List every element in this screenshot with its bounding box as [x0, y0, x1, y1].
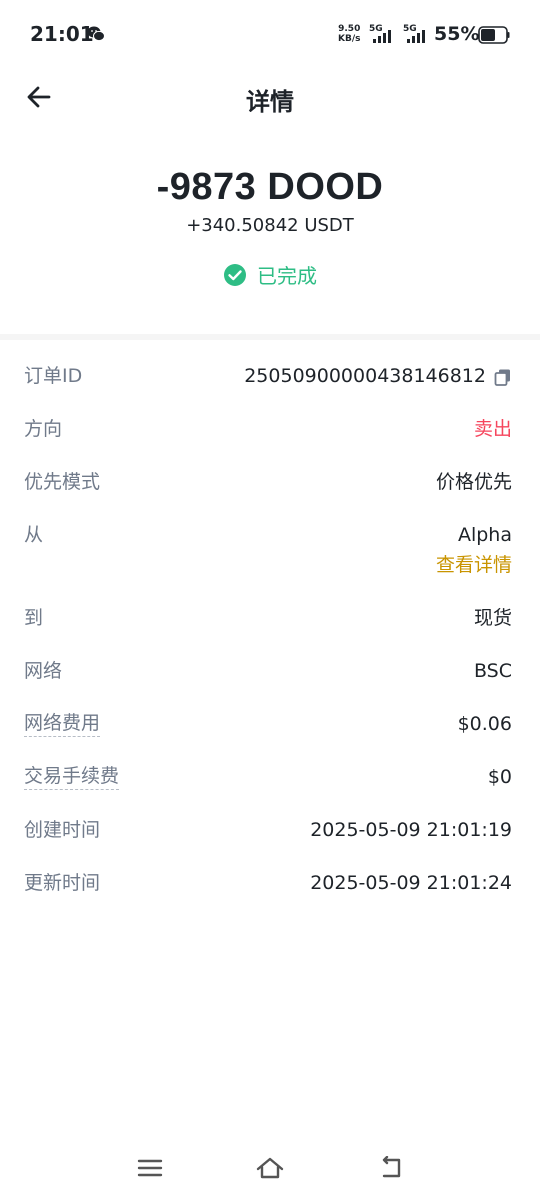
network-value: BSC — [473, 660, 512, 682]
view-details-link[interactable]: 查看详情 — [436, 551, 512, 579]
row-direction: 方向 卖出 — [24, 415, 512, 443]
direction-label: 方向 — [24, 418, 63, 440]
from-value-group: Alpha 查看详情 — [436, 521, 512, 579]
primary-amount: -9873 DOOD — [156, 166, 384, 208]
secondary-amount: +340.50842 USDT — [186, 215, 354, 236]
direction-value: 卖出 — [473, 418, 512, 440]
created-time-label: 创建时间 — [24, 819, 101, 841]
order-id-value: 25050900000438146812 — [244, 365, 486, 387]
priority-mode-value: 价格优先 — [435, 471, 512, 493]
home-button[interactable] — [250, 1152, 290, 1184]
to-value: 现货 — [473, 607, 512, 629]
updated-time-value: 2025-05-09 21:01:24 — [310, 872, 512, 894]
row-network-fee: 网络费用 $0.06 — [24, 710, 512, 738]
detail-list: 订单ID 25050900000438146812 方向 卖出 优先模式 价格优… — [24, 362, 512, 922]
from-label: 从 — [24, 524, 44, 546]
row-from: 从 Alpha 查看详情 — [24, 521, 512, 579]
battery-icon — [478, 26, 510, 44]
row-network: 网络 BSC — [24, 657, 512, 685]
status-bar: 21:01 9.50 KB/s 5G 5G 55% — [0, 0, 540, 70]
signal-icon — [373, 30, 391, 43]
row-order-id: 订单ID 25050900000438146812 — [24, 362, 512, 390]
row-updated-time: 更新时间 2025-05-09 21:01:24 — [24, 869, 512, 897]
to-label: 到 — [24, 607, 44, 629]
copy-icon[interactable] — [494, 368, 512, 386]
network-speed: 9.50 KB/s — [338, 24, 361, 44]
status-indicator: 已完成 — [0, 260, 540, 289]
back-icon — [382, 1156, 401, 1178]
row-created-time: 创建时间 2025-05-09 21:01:19 — [24, 816, 512, 844]
page-header: 详情 — [0, 70, 540, 130]
status-text: 已完成 — [257, 264, 317, 288]
updated-time-label: 更新时间 — [24, 872, 101, 894]
status-time: 21:01 — [30, 22, 94, 46]
page-title: 详情 — [246, 88, 294, 116]
created-time-value: 2025-05-09 21:01:19 — [310, 819, 512, 841]
network-label: 网络 — [24, 660, 63, 682]
transaction-summary: -9873 DOOD +340.50842 USDT 已完成 — [0, 160, 540, 330]
menu-icon — [137, 1159, 163, 1177]
home-icon — [256, 1157, 284, 1179]
row-priority-mode: 优先模式 价格优先 — [24, 468, 512, 496]
order-id-value-wrap: 25050900000438146812 — [244, 362, 512, 390]
trading-fee-label[interactable]: 交易手续费 — [24, 763, 120, 790]
section-divider — [0, 334, 540, 340]
order-id-label: 订单ID — [24, 365, 83, 387]
row-to: 到 现货 — [24, 604, 512, 632]
system-nav-bar — [0, 1140, 540, 1200]
signal-icon — [407, 30, 425, 43]
wechat-icon — [87, 26, 105, 42]
priority-mode-label: 优先模式 — [24, 471, 101, 493]
battery-percentage: 55% — [434, 23, 480, 45]
from-value: Alpha — [457, 524, 512, 546]
row-trading-fee: 交易手续费 $0 — [24, 763, 512, 791]
check-circle-icon — [224, 263, 246, 286]
back-nav-button[interactable] — [370, 1152, 410, 1184]
menu-button[interactable] — [130, 1152, 170, 1184]
trading-fee-value: $0 — [487, 766, 512, 788]
network-fee-label[interactable]: 网络费用 — [24, 710, 101, 737]
network-fee-value: $0.06 — [457, 713, 512, 735]
